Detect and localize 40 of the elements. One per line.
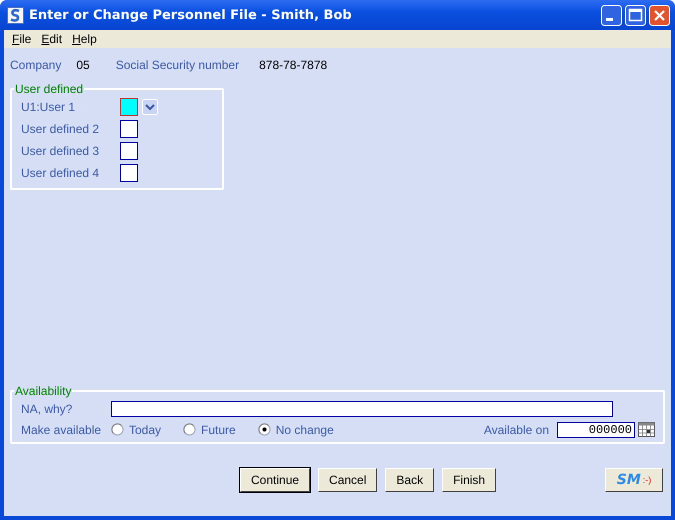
dropdown-icon[interactable]: [142, 99, 158, 115]
menu-item[interactable]: Help: [67, 32, 102, 46]
radio-option[interactable]: Future: [183, 422, 236, 436]
calendar-icon[interactable]: [638, 422, 655, 437]
logo-button[interactable]: SM:-): [605, 468, 663, 492]
ssn-label: Social Security number: [116, 58, 240, 72]
close-button[interactable]: [649, 4, 670, 26]
app-icon: [7, 6, 24, 24]
company-value: 05: [76, 58, 90, 72]
field-label: User defined 3: [21, 144, 100, 158]
field-label: Make available: [21, 422, 102, 436]
dialog-button[interactable]: Continue: [240, 468, 310, 492]
group-title: User defined: [14, 82, 84, 96]
ssn-value: 878-78-7878: [259, 58, 328, 72]
field-label: User defined 4: [21, 166, 100, 180]
field-label: NA, why?: [21, 402, 74, 416]
radio-icon[interactable]: [111, 423, 124, 436]
dialog-button[interactable]: Cancel: [318, 468, 378, 492]
company-label: Company: [10, 58, 62, 72]
window-title: Enter or Change Personnel File - Smith, Bob: [29, 8, 352, 22]
menu-item[interactable]: Edit: [36, 32, 68, 46]
field-label: User defined 2: [21, 122, 100, 136]
input-field[interactable]: [120, 120, 138, 138]
group-title: Availability: [14, 384, 72, 398]
dialog-button[interactable]: Finish: [442, 468, 496, 492]
input-field[interactable]: [120, 98, 138, 116]
field-label: Available on: [484, 422, 549, 436]
menu-item[interactable]: File: [7, 32, 36, 46]
radio-icon[interactable]: [258, 423, 271, 436]
input-field[interactable]: [120, 164, 138, 182]
maximize-button[interactable]: [625, 4, 646, 26]
radio-option[interactable]: Today: [111, 422, 162, 436]
input-field[interactable]: [111, 400, 613, 416]
radio-option[interactable]: No change: [258, 422, 334, 436]
minimize-button[interactable]: [601, 4, 622, 26]
field-label: U1:User 1: [21, 100, 76, 114]
dialog-button[interactable]: Back: [385, 468, 434, 492]
date-field[interactable]: 000000: [557, 422, 635, 438]
input-field[interactable]: [120, 142, 138, 160]
radio-icon[interactable]: [183, 423, 196, 436]
